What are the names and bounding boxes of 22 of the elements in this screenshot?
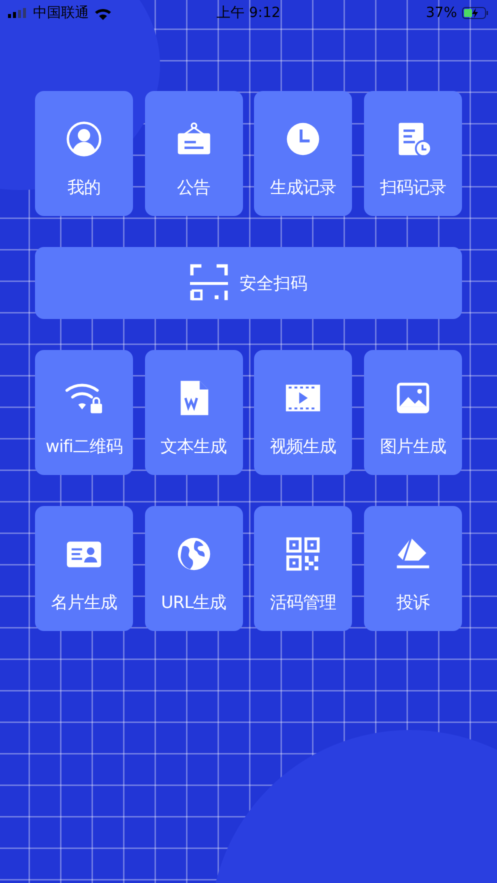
- menu-tile[interactable]: 生成记录: [254, 91, 352, 216]
- menu-tile[interactable]: 我的: [35, 91, 133, 216]
- qr-code-icon: [284, 535, 322, 573]
- battery-percentage: 37%: [426, 5, 458, 21]
- menu-tile[interactable]: 活码管理: [254, 506, 352, 631]
- safe-scan-button[interactable]: 安全扫码: [35, 247, 462, 319]
- battery-charging-icon: [462, 7, 490, 19]
- menu-tile[interactable]: 扫码记录: [364, 91, 462, 216]
- menu-tile[interactable]: 视频生成: [254, 350, 352, 475]
- menu-tile[interactable]: 公告: [144, 91, 243, 216]
- carrier-name: 中国联通: [33, 4, 89, 22]
- wifi-icon: [94, 6, 112, 20]
- status-time: 上午 9:12: [216, 4, 280, 22]
- menu-tile[interactable]: URL生成: [144, 506, 243, 631]
- user-icon: [65, 120, 103, 158]
- menu-tile[interactable]: 文本生成: [144, 350, 243, 475]
- signal-icon: [8, 8, 28, 18]
- menu-tile[interactable]: 名片生成: [35, 506, 133, 631]
- menu-tile[interactable]: 图片生成: [364, 350, 462, 475]
- menu-tile[interactable]: wifi二维码: [35, 350, 133, 475]
- scan-frame-icon: [190, 264, 228, 302]
- menu-tile[interactable]: 投诉: [364, 506, 462, 631]
